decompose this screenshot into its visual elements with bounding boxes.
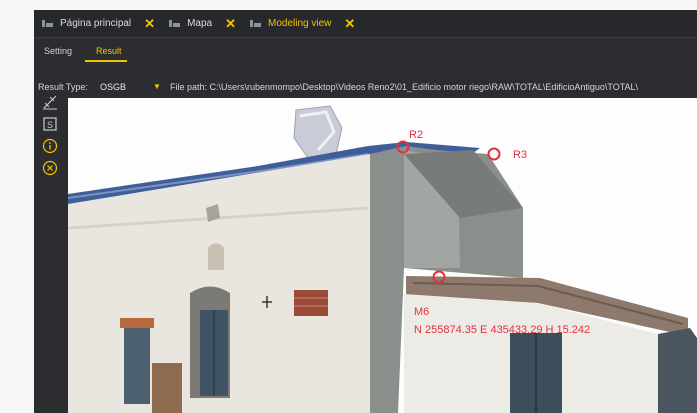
result-toolbar: Result Type: OSGB ▼ File path: C:\Users\… <box>34 78 697 98</box>
tab-label: Modeling view <box>268 18 332 29</box>
tab-modeling-view[interactable]: Modeling view ✕ <box>242 10 361 37</box>
marker-label-r3: R3 <box>513 149 528 161</box>
marker-coordinates: N 255874.35 E 435433.29 H 15.242 <box>414 324 591 336</box>
file-path: File path: C:\Users\rubenmompo\Desktop\V… <box>170 82 639 92</box>
chevron-down-icon[interactable]: ▼ <box>153 82 161 91</box>
active-tab-indicator <box>85 60 127 62</box>
marker-label-r2: R2 <box>409 129 424 141</box>
marker-label-m6: M6 <box>414 306 430 318</box>
close-circle-icon[interactable] <box>42 160 58 176</box>
model-viewport[interactable]: R2 R3 M6 N 255874.35 E 435433.29 H 15.24… <box>68 98 697 413</box>
s-box-icon[interactable]: S <box>42 116 58 132</box>
tab-bar: Página principal ✕ Mapa ✕ Modeling view … <box>34 10 697 38</box>
sub-tab-bar: Setting Result <box>34 38 697 66</box>
tab-label: Mapa <box>187 18 213 29</box>
close-icon[interactable]: ✕ <box>344 16 355 32</box>
result-type-label: Result Type: <box>38 82 88 92</box>
result-type-select[interactable]: OSGB <box>100 82 126 92</box>
app-window: Página principal ✕ Mapa ✕ Modeling view … <box>34 10 697 413</box>
building-model <box>68 105 697 413</box>
measure-icon[interactable] <box>42 94 58 110</box>
svg-text:S: S <box>47 120 53 130</box>
tab-mapa[interactable]: Mapa ✕ <box>161 10 242 37</box>
app-icon <box>250 19 261 28</box>
tab-result[interactable]: Result <box>96 46 122 56</box>
tab-label: Página principal <box>60 18 132 29</box>
tool-sidebar: S <box>34 95 68 413</box>
app-icon <box>42 19 53 28</box>
tab-pagina-principal[interactable]: Página principal ✕ <box>34 10 161 37</box>
marker-r3-ring[interactable] <box>487 147 501 161</box>
app-icon <box>169 19 181 28</box>
close-icon[interactable]: ✕ <box>225 16 236 32</box>
info-icon[interactable] <box>42 138 58 154</box>
close-icon[interactable]: ✕ <box>144 16 155 32</box>
tab-setting[interactable]: Setting <box>44 46 72 56</box>
